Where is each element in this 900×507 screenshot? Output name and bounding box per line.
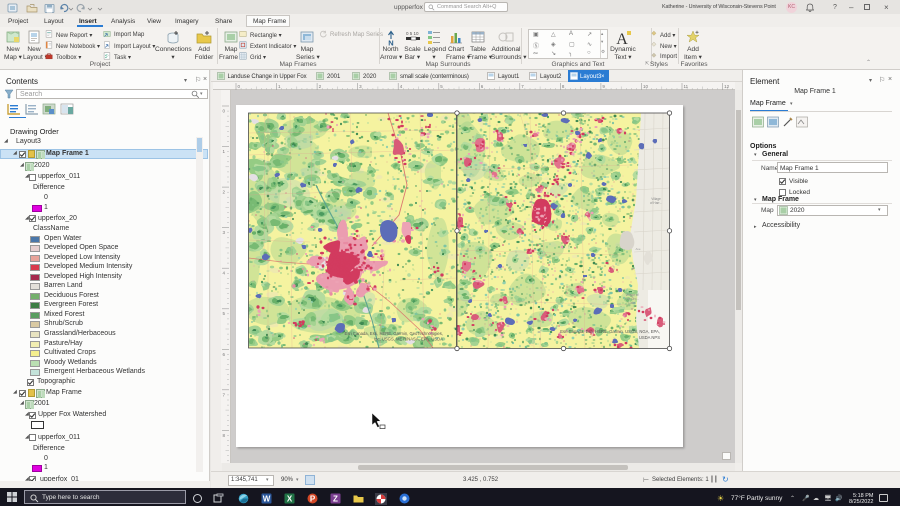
svg-text:X: X [287, 494, 293, 503]
svg-text:USDA NPS: USDA NPS [639, 335, 660, 340]
svg-text:W: W [263, 494, 271, 503]
svg-text:P: P [310, 494, 316, 503]
svg-text:of Harr...: of Harr... [650, 201, 662, 205]
svg-text:Inc, USGS, METI/NASA, EPA, USD: Inc, USGS, METI/NASA, EPA, USDA [374, 337, 443, 342]
svg-text:Esri Canada, Esri, HERE, Garmi: Esri Canada, Esri, HERE, Garmin, USGS, N… [560, 329, 660, 334]
svg-text:Z: Z [333, 494, 338, 503]
svg-text:Ave: Ave [635, 247, 640, 251]
svg-text:Esri Canada, Esri, HERE, Garmi: Esri Canada, Esri, HERE, Garmin, GeoTech… [345, 331, 443, 336]
svg-text:Lake: Lake [629, 301, 636, 305]
